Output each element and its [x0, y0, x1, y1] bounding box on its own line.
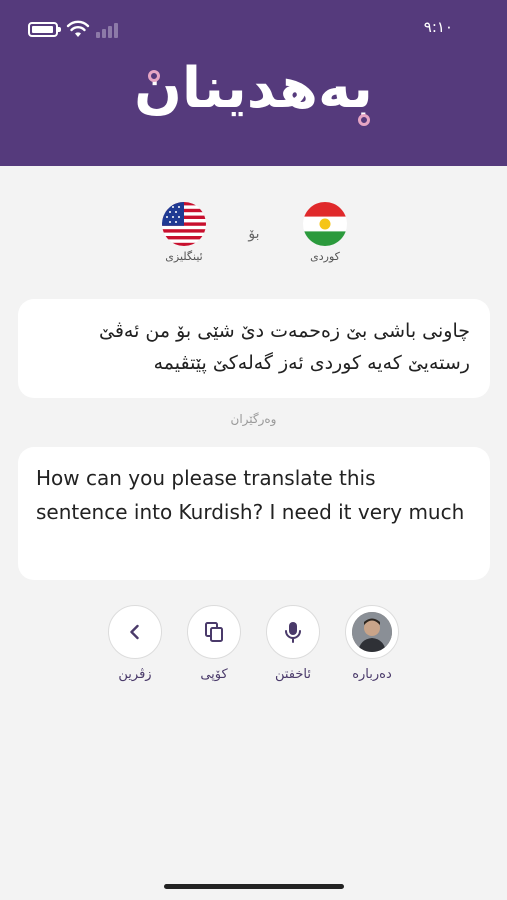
logo-accent-dot: [148, 70, 160, 82]
language-selector: ئینگلیزی بۆ کوردی: [0, 198, 507, 268]
speak-label: ئاخفتن: [274, 667, 311, 682]
translation-text: How can you please translate this senten…: [36, 466, 465, 524]
back-action: زڤرین: [95, 605, 175, 682]
app-logo: بەهدینان: [134, 56, 373, 121]
about-action: دەرباره: [332, 605, 412, 682]
copy-action: کۆپی: [174, 605, 254, 682]
connector-label: بۆ: [248, 226, 260, 242]
back-label: زڤرین: [118, 667, 152, 682]
status-icons: [28, 20, 128, 38]
source-text-line: رستەیێ کەیە کوردی ئەز گەلەکێ پێتڤیمە: [153, 352, 470, 374]
wifi-icon: [66, 20, 90, 37]
source-text-line: چاونی باشی بێ زەحمەت دێ شێی بۆ من ئەڤێ: [98, 320, 470, 342]
translated-label: وەرگێران: [230, 412, 277, 426]
chevron-left-icon: [130, 624, 139, 640]
target-language-label: ئینگلیزی: [165, 250, 203, 263]
source-language-label: کوردی: [310, 250, 340, 263]
kurdistan-flag-icon[interactable]: [303, 202, 347, 246]
source-text-card[interactable]: چاونی باشی بێ زەحمەت دێ شێی بۆ من ئەڤێ ر…: [18, 299, 490, 398]
copy-label: کۆپی: [200, 667, 228, 682]
status-time: ٩:١٠: [423, 18, 453, 36]
us-flag-icon[interactable]: [162, 202, 206, 246]
microphone-button[interactable]: [266, 605, 320, 659]
microphone-icon: [285, 622, 301, 643]
signal-icon: [96, 23, 118, 38]
target-text-card: How can you please translate this senten…: [18, 447, 490, 580]
about-button[interactable]: [345, 605, 399, 659]
home-indicator[interactable]: [164, 884, 344, 889]
copy-button[interactable]: [187, 605, 241, 659]
app-header: ٩:١٠ بەهدینان: [0, 0, 507, 166]
copy-icon: [205, 622, 223, 642]
battery-icon: [28, 22, 61, 37]
logo-accent-dot: [358, 114, 370, 126]
avatar: [352, 612, 392, 652]
about-label: دەرباره: [352, 667, 392, 682]
back-button[interactable]: [108, 605, 162, 659]
speak-action: ئاخفتن: [253, 605, 333, 682]
action-bar: زڤرین کۆپی ئاخفتن دەرباره: [0, 605, 507, 695]
